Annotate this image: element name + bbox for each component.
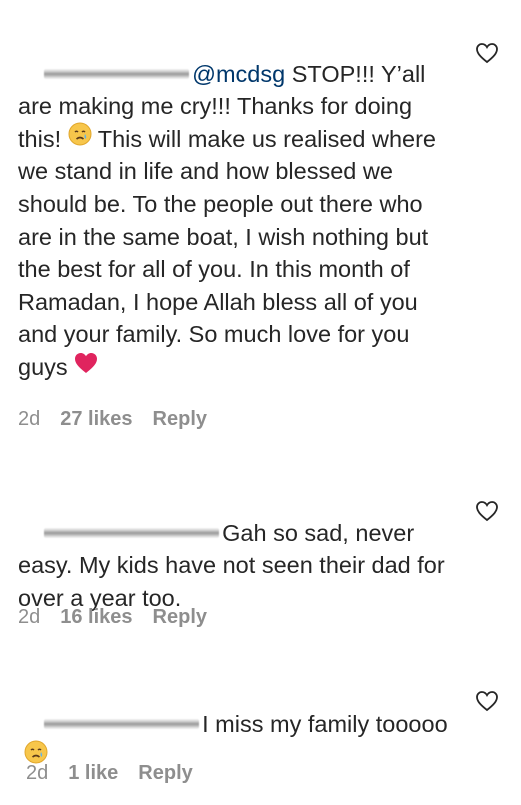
comment-text: I miss my family tooooo [18,675,458,805]
comment-time[interactable]: 2d [18,606,40,629]
like-heart-icon[interactable] [475,500,499,522]
reply-button[interactable]: Reply [138,762,192,785]
comment-time[interactable]: 2d [26,762,48,785]
like-heart-icon[interactable] [475,42,499,64]
reply-button[interactable]: Reply [153,408,207,431]
comment-meta: 2d 27 likes Reply [18,408,207,431]
redacted-username [44,527,220,538]
reply-button[interactable]: Reply [153,606,207,629]
comment-text: @mcdsg STOP!!! Y’all are making me cry!!… [18,25,458,416]
comment-meta: 2d 16 likes Reply [18,606,207,629]
redacted-username [44,718,200,729]
comment-text-part: I miss my family tooooo [202,710,448,737]
redacted-username [44,68,190,79]
likes-count[interactable]: 1 like [68,762,118,785]
like-heart-icon[interactable] [475,690,499,712]
crying-face-icon [68,122,92,155]
likes-count[interactable]: 16 likes [60,606,132,629]
comment-text-part: This will make us realised where we stan… [18,125,443,380]
mention-link[interactable]: @mcdsg [192,61,285,87]
likes-count[interactable]: 27 likes [60,408,132,431]
comment-meta: 2d 1 like Reply [26,762,193,785]
red-heart-icon [74,350,98,383]
comment-time[interactable]: 2d [18,408,40,431]
